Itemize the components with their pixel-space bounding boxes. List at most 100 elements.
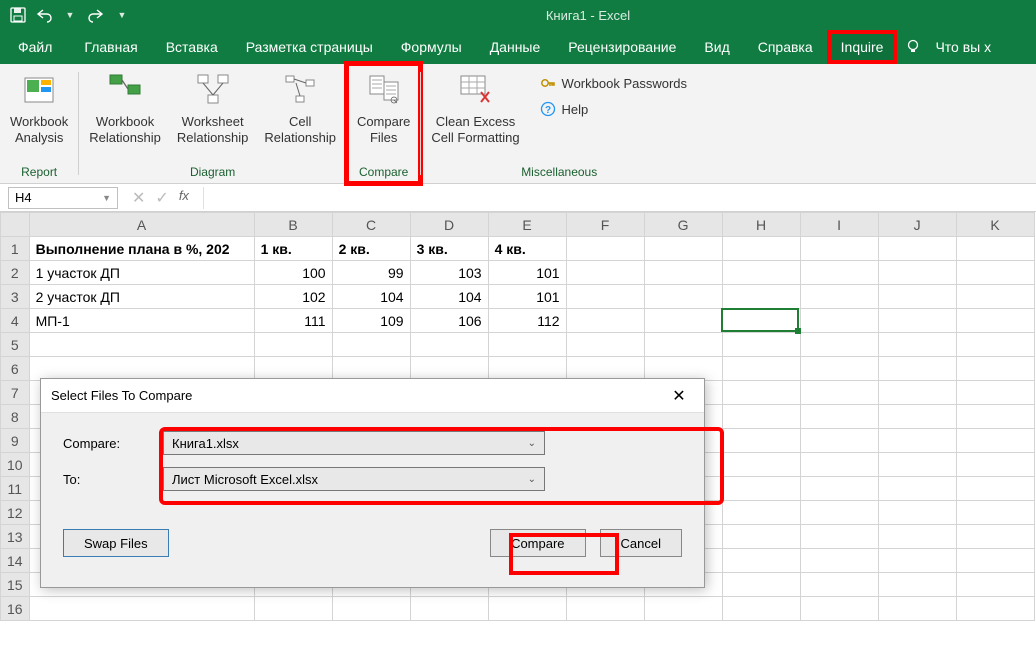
qat-customize-icon[interactable]: ▼ <box>114 7 130 23</box>
cell-K3[interactable] <box>956 285 1034 309</box>
cell-D5[interactable] <box>410 333 488 357</box>
cell-J3[interactable] <box>878 285 956 309</box>
cell-J7[interactable] <box>878 381 956 405</box>
cell-J15[interactable] <box>878 573 956 597</box>
tab-review[interactable]: Рецензирование <box>554 30 690 64</box>
undo-dropdown-icon[interactable]: ▼ <box>62 7 78 23</box>
col-header-A[interactable]: A <box>29 213 254 237</box>
row-header-4[interactable]: 4 <box>1 309 30 333</box>
cell-I10[interactable] <box>800 453 878 477</box>
cell-K15[interactable] <box>956 573 1034 597</box>
tab-file[interactable]: Файл <box>0 30 70 64</box>
cell-K14[interactable] <box>956 549 1034 573</box>
cell-E4[interactable]: 112 <box>488 309 566 333</box>
to-combobox[interactable]: Лист Microsoft Excel.xlsx ⌄ <box>163 467 545 491</box>
workbook-passwords-button[interactable]: Workbook Passwords <box>540 72 687 94</box>
cell-H7[interactable] <box>722 381 800 405</box>
tab-formulas[interactable]: Формулы <box>387 30 476 64</box>
cell-D6[interactable] <box>410 357 488 381</box>
cell-A1[interactable]: Выполнение плана в %, 202 <box>29 237 254 261</box>
cell-B5[interactable] <box>254 333 332 357</box>
cell-J6[interactable] <box>878 357 956 381</box>
row-header-12[interactable]: 12 <box>1 501 30 525</box>
cell-J2[interactable] <box>878 261 956 285</box>
cell-I13[interactable] <box>800 525 878 549</box>
cell-E1[interactable]: 4 кв. <box>488 237 566 261</box>
cell-H1[interactable] <box>722 237 800 261</box>
row-header-15[interactable]: 15 <box>1 573 30 597</box>
cell-C4[interactable]: 109 <box>332 309 410 333</box>
cell-K7[interactable] <box>956 381 1034 405</box>
cell-A4[interactable]: МП-1 <box>29 309 254 333</box>
fx-icon[interactable]: fx <box>179 188 189 208</box>
cell-H9[interactable] <box>722 429 800 453</box>
row-header-8[interactable]: 8 <box>1 405 30 429</box>
cell-I3[interactable] <box>800 285 878 309</box>
cell-I5[interactable] <box>800 333 878 357</box>
row-header-2[interactable]: 2 <box>1 261 30 285</box>
cell-D1[interactable]: 3 кв. <box>410 237 488 261</box>
cell-G4[interactable] <box>644 309 722 333</box>
cell-C2[interactable]: 99 <box>332 261 410 285</box>
cell-G2[interactable] <box>644 261 722 285</box>
cell-I6[interactable] <box>800 357 878 381</box>
cell-J10[interactable] <box>878 453 956 477</box>
cell-C1[interactable]: 2 кв. <box>332 237 410 261</box>
cell-H15[interactable] <box>722 573 800 597</box>
cell-C16[interactable] <box>332 597 410 621</box>
col-header-J[interactable]: J <box>878 213 956 237</box>
row-header-6[interactable]: 6 <box>1 357 30 381</box>
cell-G3[interactable] <box>644 285 722 309</box>
cell-D2[interactable]: 103 <box>410 261 488 285</box>
close-icon[interactable]: ✕ <box>664 386 694 406</box>
cell-A2[interactable]: 1 участок ДП <box>29 261 254 285</box>
cell-J8[interactable] <box>878 405 956 429</box>
tab-inquire[interactable]: Inquire <box>827 30 898 64</box>
cell-C6[interactable] <box>332 357 410 381</box>
cell-F2[interactable] <box>566 261 644 285</box>
cell-A16[interactable] <box>29 597 254 621</box>
cell-J11[interactable] <box>878 477 956 501</box>
cell-J4[interactable] <box>878 309 956 333</box>
cell-K9[interactable] <box>956 429 1034 453</box>
col-header-D[interactable]: D <box>410 213 488 237</box>
tab-data[interactable]: Данные <box>476 30 555 64</box>
row-header-16[interactable]: 16 <box>1 597 30 621</box>
col-header-B[interactable]: B <box>254 213 332 237</box>
worksheet-relationship-button[interactable]: Worksheet Relationship <box>177 68 249 163</box>
cell-E2[interactable]: 101 <box>488 261 566 285</box>
tab-home[interactable]: Главная <box>70 30 151 64</box>
col-header-C[interactable]: C <box>332 213 410 237</box>
cell-C5[interactable] <box>332 333 410 357</box>
cell-K6[interactable] <box>956 357 1034 381</box>
tell-me-label[interactable]: Что вы х <box>933 30 1005 64</box>
cell-I14[interactable] <box>800 549 878 573</box>
cell-F4[interactable] <box>566 309 644 333</box>
cell-A6[interactable] <box>29 357 254 381</box>
cell-I8[interactable] <box>800 405 878 429</box>
cell-B16[interactable] <box>254 597 332 621</box>
cell-H4[interactable] <box>722 309 800 333</box>
row-header-7[interactable]: 7 <box>1 381 30 405</box>
row-header-14[interactable]: 14 <box>1 549 30 573</box>
save-icon[interactable] <box>10 7 26 23</box>
cell-A5[interactable] <box>29 333 254 357</box>
cell-relationship-button[interactable]: Cell Relationship <box>264 68 336 163</box>
cell-H11[interactable] <box>722 477 800 501</box>
row-header-3[interactable]: 3 <box>1 285 30 309</box>
cell-J16[interactable] <box>878 597 956 621</box>
col-header-I[interactable]: I <box>800 213 878 237</box>
cell-F3[interactable] <box>566 285 644 309</box>
swap-files-button[interactable]: Swap Files <box>63 529 169 557</box>
cell-K4[interactable] <box>956 309 1034 333</box>
cell-K16[interactable] <box>956 597 1034 621</box>
cell-J1[interactable] <box>878 237 956 261</box>
cancel-icon[interactable]: ✕ <box>132 188 145 208</box>
clean-excess-button[interactable]: Clean Excess Cell Formatting <box>431 68 519 163</box>
col-header-H[interactable]: H <box>722 213 800 237</box>
workbook-relationship-button[interactable]: Workbook Relationship <box>89 68 161 163</box>
cell-H6[interactable] <box>722 357 800 381</box>
cell-K10[interactable] <box>956 453 1034 477</box>
cell-G5[interactable] <box>644 333 722 357</box>
cancel-button[interactable]: Cancel <box>600 529 682 557</box>
